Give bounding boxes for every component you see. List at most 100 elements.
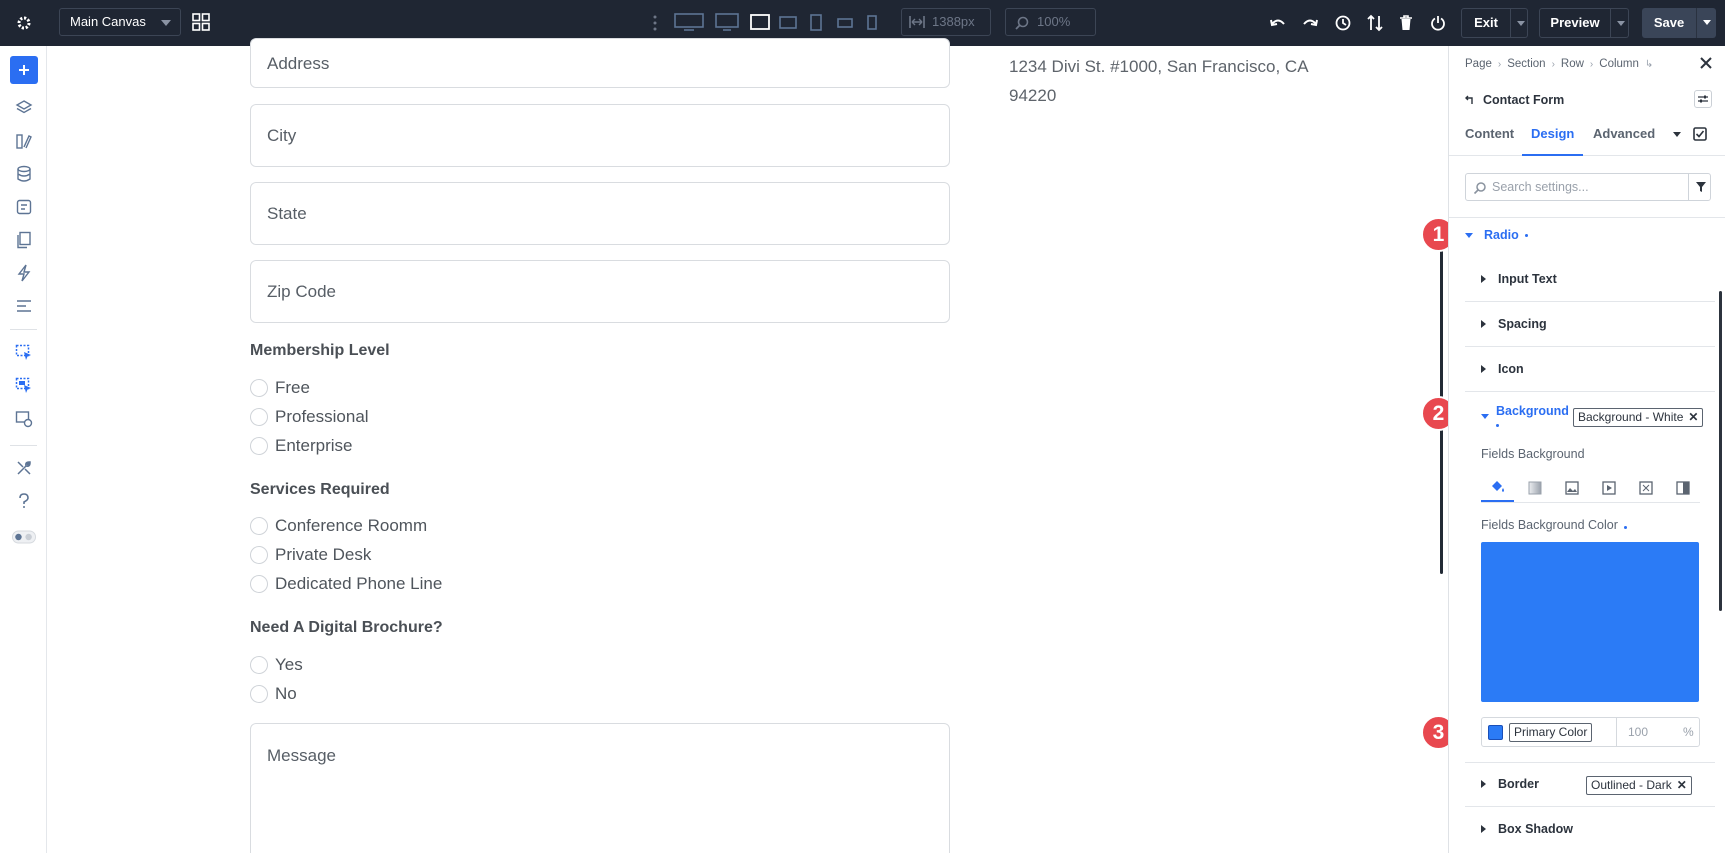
lightning-icon[interactable] [12,261,36,285]
input-text-section[interactable]: Input Text [1481,272,1557,286]
address-input[interactable]: Address [250,38,950,88]
exit-dropdown-button[interactable] [1511,8,1528,38]
trash-icon[interactable] [1395,12,1417,34]
radio-button[interactable] [250,437,268,455]
history-icon[interactable] [1332,12,1354,34]
multi-select-icon[interactable] [12,374,36,398]
exit-button[interactable]: Exit [1461,8,1511,38]
breadcrumb-section[interactable]: Section [1507,58,1545,70]
message-textarea[interactable]: Message [250,723,950,853]
desktop-wide-icon[interactable] [674,12,704,37]
settings-gear-icon[interactable] [0,0,47,46]
tab-advanced[interactable]: Advanced [1593,124,1655,156]
phone-portrait-icon[interactable] [809,12,823,37]
close-icon[interactable] [1699,56,1715,72]
image-tab[interactable] [1555,474,1588,502]
pages-icon[interactable] [12,228,36,252]
icon-section[interactable]: Icon [1481,362,1524,376]
radio-option[interactable]: Professional [250,406,369,428]
canvas-select[interactable]: Main Canvas [59,8,181,36]
pattern-tab[interactable] [1629,474,1662,502]
radio-button[interactable] [250,379,268,397]
section-label: Input Text [1498,272,1557,286]
state-input[interactable]: State [250,182,950,245]
zip-code-input[interactable]: Zip Code [250,260,950,323]
color-fill-tab[interactable] [1481,474,1514,502]
preview-dropdown-button[interactable] [1611,8,1629,38]
chevron-down-icon [1617,21,1625,26]
element-options-icon[interactable] [1694,90,1712,108]
color-chip[interactable] [1488,725,1503,740]
list-view-icon[interactable] [12,294,36,318]
database-icon[interactable] [12,162,36,186]
more-vertical-icon[interactable] [652,13,658,33]
radio-button[interactable] [250,517,268,535]
city-input[interactable]: City [250,104,950,167]
redo-icon[interactable] [1299,12,1321,34]
radio-label: Dedicated Phone Line [275,574,443,593]
canvas-width-field[interactable]: 1388px [901,8,991,36]
undo-icon[interactable] [1267,12,1289,34]
phone-small-icon[interactable] [866,12,878,37]
zoom-field[interactable]: 100% [1005,8,1096,36]
radio-button[interactable] [250,408,268,426]
mask-tab[interactable] [1666,474,1699,502]
desktop-icon[interactable] [715,12,739,37]
power-icon[interactable] [1427,12,1449,34]
theme-toggle[interactable] [12,525,36,549]
responsive-preview-icon[interactable] [12,407,36,431]
phone-landscape-icon[interactable] [836,12,854,37]
design-library-icon[interactable] [12,129,36,153]
opacity-input[interactable]: 100 [1628,725,1648,739]
radio-option[interactable]: Conference Roomm [250,515,427,537]
save-dropdown-button[interactable] [1696,8,1716,38]
sort-arrows-icon[interactable] [1364,12,1386,34]
radio-button[interactable] [250,575,268,593]
tools-icon[interactable] [12,456,36,480]
breadcrumb-column[interactable]: Column [1599,58,1639,70]
tablet-landscape-active-icon[interactable] [750,12,770,37]
radio-section-header[interactable]: Radio [1465,228,1528,242]
help-icon[interactable] [12,489,36,513]
remove-icon[interactable]: ✕ [1688,410,1698,424]
filter-icon[interactable] [1688,173,1712,201]
breadcrumb-row[interactable]: Row [1561,58,1584,70]
radio-option[interactable]: No [250,683,297,705]
fields-background-label: Fields Background [1481,447,1585,461]
layers-icon[interactable] [12,96,36,120]
spacing-section[interactable]: Spacing [1481,317,1547,331]
radio-button[interactable] [250,656,268,674]
breadcrumb-page[interactable]: Page [1465,58,1492,70]
preview-button[interactable]: Preview [1539,8,1611,38]
remove-icon[interactable]: ✕ [1677,778,1687,792]
radio-option[interactable]: Private Desk [250,544,371,566]
checkbox-icon[interactable] [1693,127,1707,141]
color-picker-area[interactable] [1481,542,1699,702]
back-arrow-icon[interactable] [1465,95,1475,105]
radio-option[interactable]: Enterprise [250,435,352,457]
grid-layout-icon[interactable] [192,13,210,31]
radio-option[interactable]: Free [250,377,310,399]
radio-button[interactable] [250,685,268,703]
box-shadow-section[interactable]: Box Shadow [1481,822,1573,836]
radio-button[interactable] [250,546,268,564]
gradient-tab[interactable] [1518,474,1551,502]
tab-design[interactable]: Design [1522,124,1584,156]
border-section[interactable]: Border [1481,777,1539,791]
settings-search[interactable]: Search settings... [1465,173,1711,201]
add-module-button[interactable] [10,56,38,84]
dynamic-content-icon[interactable] [12,195,36,219]
primary-color-pill[interactable]: Primary Color [1509,723,1593,742]
tabs-more-dropdown[interactable] [1673,132,1681,137]
tablet-icon[interactable] [779,12,797,37]
radio-option[interactable]: Yes [250,654,303,676]
radio-option[interactable]: Dedicated Phone Line [250,573,442,595]
save-button[interactable]: Save [1642,8,1696,38]
panel-scrollbar[interactable] [1719,291,1722,611]
border-preset-pill[interactable]: Outlined - Dark ✕ [1586,776,1692,795]
video-tab[interactable] [1592,474,1625,502]
background-preset-pill[interactable]: Background - White ✕ [1573,408,1704,427]
select-element-icon[interactable] [12,341,36,365]
caret-right-icon [1481,780,1486,788]
tab-content[interactable]: Content [1465,124,1514,156]
